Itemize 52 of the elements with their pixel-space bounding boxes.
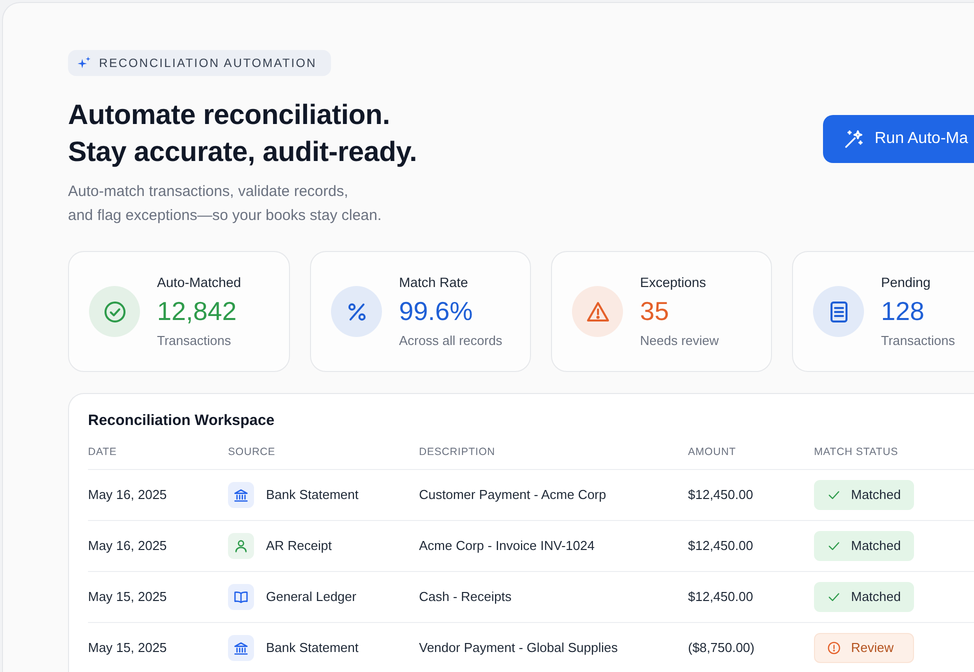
stat-label: Auto-Matched (157, 274, 242, 292)
stat-caption: Transactions (157, 332, 232, 350)
check-icon (827, 539, 841, 553)
run-button[interactable]: Run Auto-Ma (822, 115, 974, 163)
stat-label: Match Rate (399, 274, 470, 292)
sparkle-icon (77, 56, 91, 70)
source-name: AR Receipt (266, 537, 332, 556)
stat-caption: Needs review (640, 332, 719, 350)
book-icon (228, 584, 254, 610)
amount-text: $12,450.00 (688, 538, 754, 554)
bank-icon (228, 635, 254, 661)
check-icon (827, 488, 841, 502)
status-label: Matched (851, 537, 901, 556)
stat-caption: Across all records (399, 332, 502, 350)
source-name: General Ledger (266, 588, 356, 606)
status-label: Matched (851, 486, 901, 504)
headline: Automate reconciliation. Stay accurate, audit-ready. (68, 98, 418, 169)
magic-wand-icon (842, 128, 864, 150)
description-text: Cash - Receipts (419, 589, 512, 604)
stat-value: 35 (640, 294, 670, 328)
amount-text: $12,450.00 (688, 487, 754, 502)
date-text: May 15, 2025 (88, 640, 167, 656)
stat-label: Exceptions (640, 274, 708, 292)
stat-caption: Transactions (881, 332, 955, 350)
alert-circle-icon (827, 641, 841, 655)
date-text: May 16, 2025 (88, 487, 167, 502)
subtitle: Auto-match transactions, validate records, and flag exceptions—so your books stay clean. (68, 182, 383, 226)
panel-title: Reconciliation Workspace (88, 411, 276, 431)
status-label: Review (851, 639, 894, 658)
source-name: Bank Statement (266, 486, 358, 504)
description-text: Acme Corp - Invoice INV-1024 (419, 538, 595, 554)
status-label: Matched (851, 588, 901, 606)
bank-icon (228, 482, 254, 508)
description-text: Customer Payment - Acme Corp (419, 487, 606, 502)
column-header: AMOUNT (688, 446, 736, 458)
amount-text: ($8,750.00) (688, 640, 754, 656)
stat-label: Pending (881, 274, 932, 292)
column-header: DESCRIPTION (419, 446, 496, 458)
date-text: May 16, 2025 (88, 538, 167, 554)
stat-value: 99.6% (399, 294, 474, 328)
check-icon (827, 590, 841, 604)
description-text: Vendor Payment - Global Supplies (419, 640, 618, 656)
source-name: Bank Statement (266, 639, 358, 658)
stat-value: 128 (881, 294, 926, 328)
person-icon (228, 533, 254, 559)
section-tag-label: RECONCILIATION AUTOMATION (99, 55, 317, 72)
amount-text: $12,450.00 (688, 589, 754, 604)
column-header: SOURCE (228, 446, 276, 458)
column-header: MATCH STATUS (814, 446, 898, 458)
date-text: May 15, 2025 (88, 589, 167, 604)
column-header: DATE (88, 446, 117, 458)
stat-value: 12,842 (157, 294, 238, 328)
